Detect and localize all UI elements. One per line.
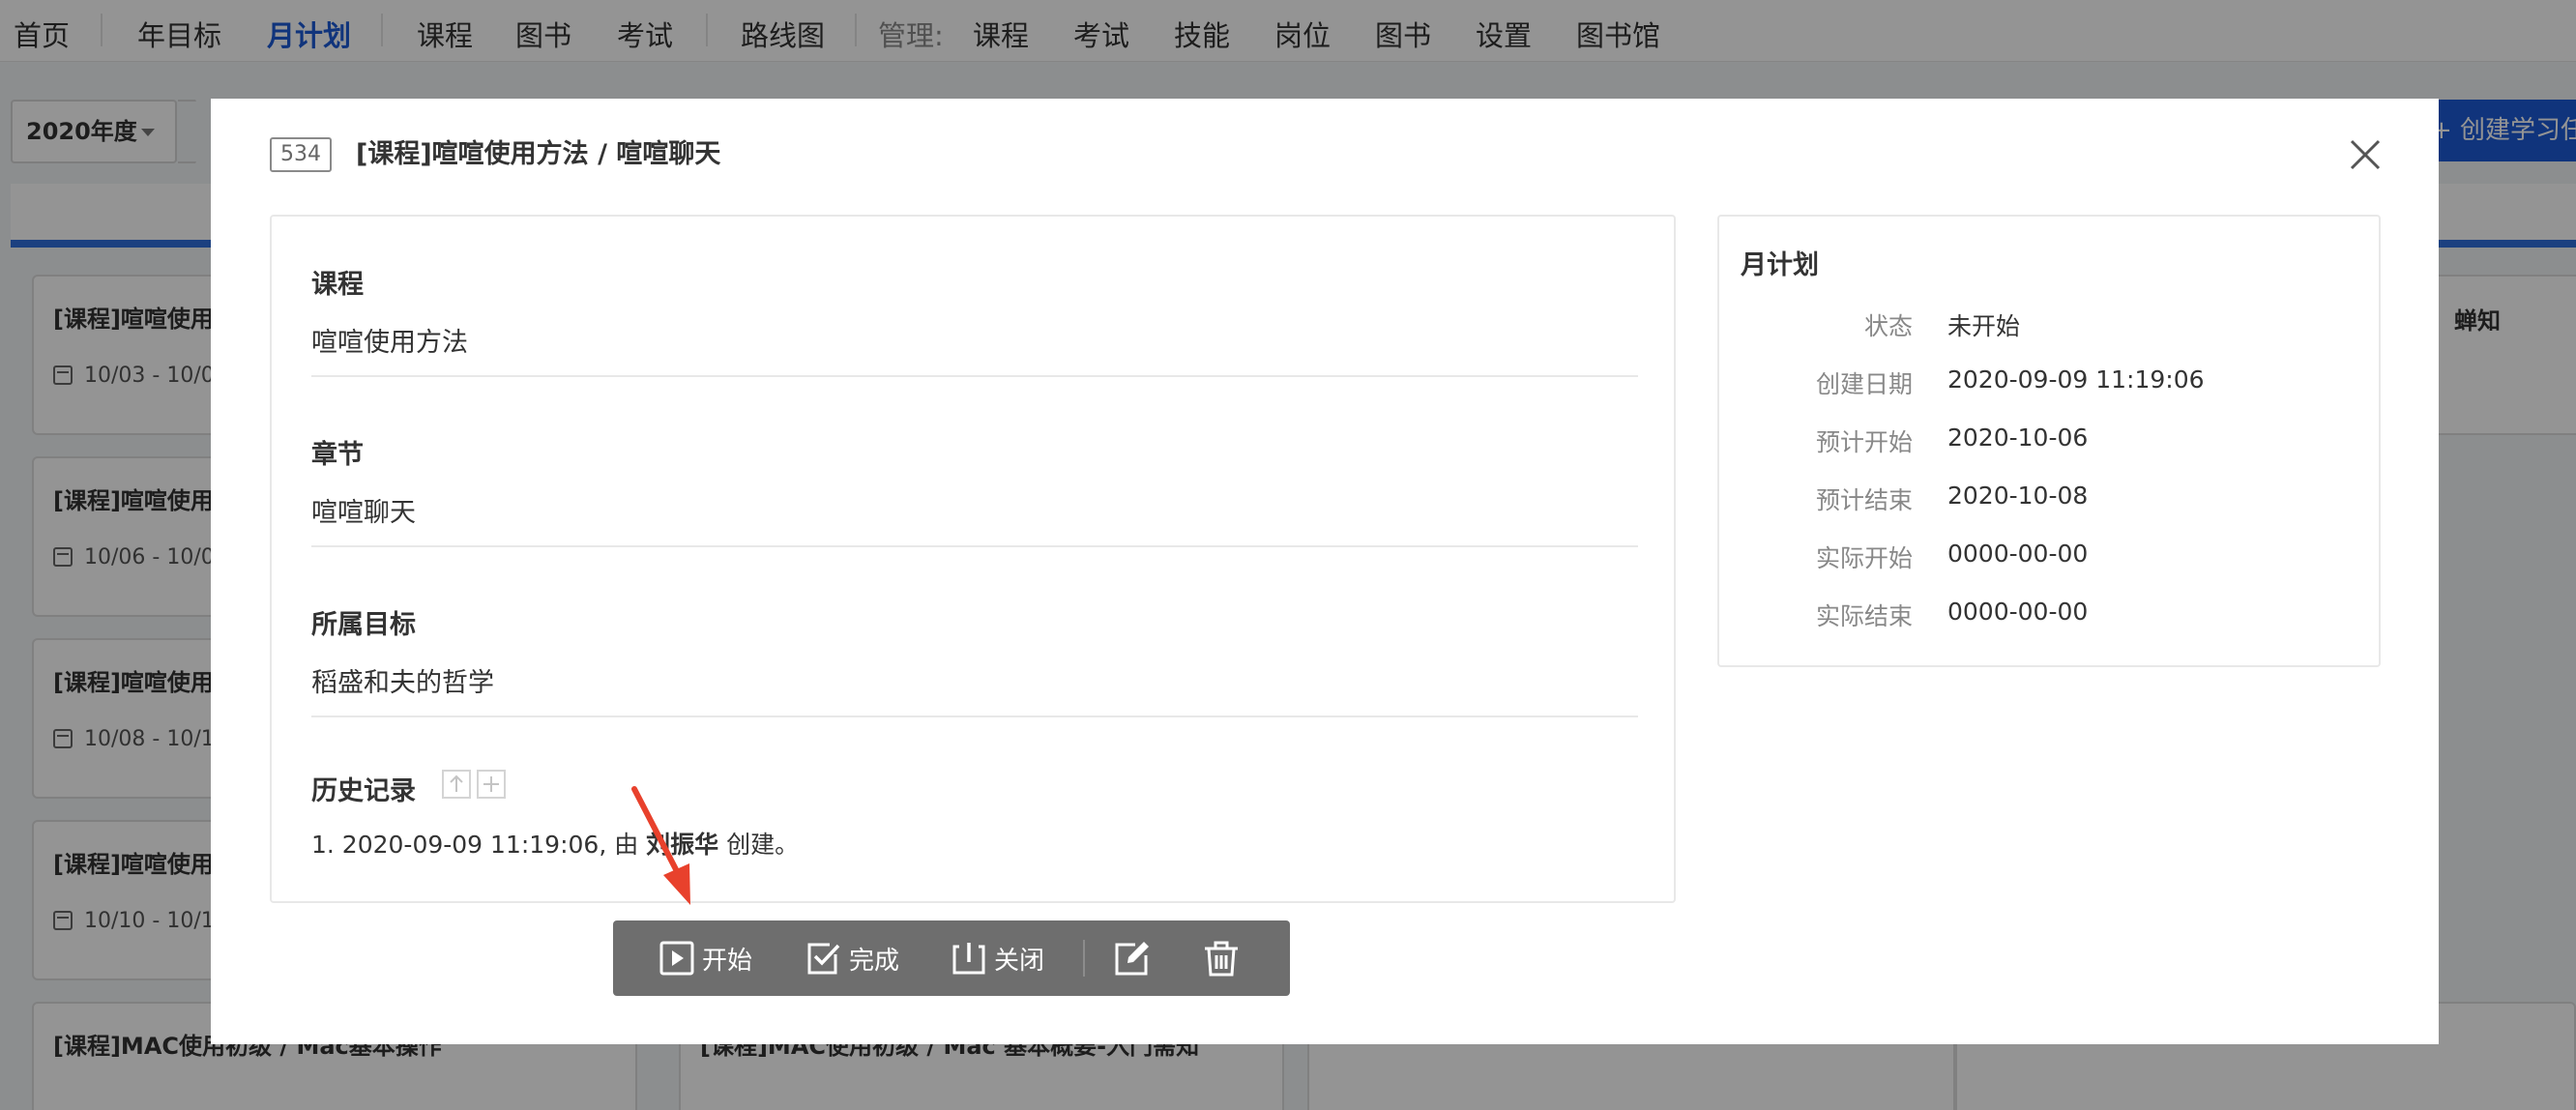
history-entry-suffix: 创建。	[726, 831, 800, 859]
history-label: 历史记录	[311, 776, 416, 806]
power-icon	[952, 943, 985, 975]
actual-end-value: 0000-00-00	[1947, 598, 2089, 626]
course-value: 喧喧使用方法	[311, 328, 468, 358]
history-collapse-button[interactable]	[442, 770, 471, 799]
divider	[311, 545, 1638, 547]
created-date-value: 2020-09-09 11:19:06	[1947, 365, 2205, 394]
close-task-button-label: 关闭	[994, 946, 1045, 976]
plan-panel-title: 月计划	[1741, 250, 1819, 280]
history-entry-prefix: 1. 2020-09-09 11:19:06, 由	[311, 831, 639, 859]
status-label: 状态	[1863, 312, 1913, 340]
divider	[311, 716, 1638, 717]
planned-end-value: 2020-10-08	[1947, 482, 2089, 510]
chapter-value: 喧喧聊天	[311, 498, 416, 528]
goal-label: 所属目标	[311, 610, 416, 640]
toolbar-separator	[1083, 940, 1085, 977]
delete-button[interactable]	[1203, 920, 1247, 996]
created-date-label: 创建日期	[1815, 370, 1913, 398]
history-entry-user: 刘振华	[646, 831, 719, 859]
play-icon	[659, 941, 694, 976]
task-detail-modal: 534 [课程]喧喧使用方法 / 喧喧聊天 课程 喧喧使用方法 章节 喧喧聊天 …	[211, 99, 2439, 1044]
history-expand-button[interactable]	[477, 770, 506, 799]
planned-start-value: 2020-10-06	[1947, 424, 2089, 452]
divider	[311, 375, 1638, 377]
action-toolbar: 开始 完成 关闭	[613, 920, 1290, 996]
edit-button[interactable]	[1114, 920, 1158, 996]
checkbox-icon	[807, 943, 840, 975]
close-icon	[2350, 139, 2381, 170]
planned-end-label: 预计结束	[1815, 486, 1913, 514]
modal-title: [课程]喧喧使用方法 / 喧喧聊天	[356, 139, 721, 169]
arrow-up-icon	[450, 774, 463, 792]
goal-value: 稻盛和夫的哲学	[311, 668, 494, 698]
task-id-badge: 534	[270, 137, 332, 172]
course-label: 课程	[311, 270, 364, 300]
start-button-label: 开始	[702, 946, 753, 976]
detail-panel: 课程 喧喧使用方法 章节 喧喧聊天 所属目标 稻盛和夫的哲学 历史记录 1. 2…	[270, 215, 1676, 903]
actual-start-label: 实际开始	[1815, 544, 1913, 572]
status-value: 未开始	[1947, 312, 2021, 340]
history-entry: 1. 2020-09-09 11:19:06, 由 刘振华 创建。	[311, 826, 799, 861]
trash-icon	[1205, 941, 1238, 977]
close-task-button[interactable]: 关闭	[951, 920, 1044, 996]
finish-button-label: 完成	[849, 946, 900, 976]
close-button[interactable]	[2346, 135, 2385, 174]
chapter-label: 章节	[311, 440, 364, 470]
monthly-plan-panel: 月计划 状态 未开始 创建日期 2020-09-09 11:19:06 预计开始…	[1717, 215, 2381, 667]
finish-button[interactable]: 完成	[806, 920, 899, 996]
plus-icon	[483, 776, 499, 792]
planned-start-label: 预计开始	[1815, 428, 1913, 456]
actual-end-label: 实际结束	[1815, 602, 1913, 630]
actual-start-value: 0000-00-00	[1947, 540, 2089, 568]
edit-icon	[1115, 942, 1149, 976]
start-button[interactable]: 开始	[659, 920, 752, 996]
